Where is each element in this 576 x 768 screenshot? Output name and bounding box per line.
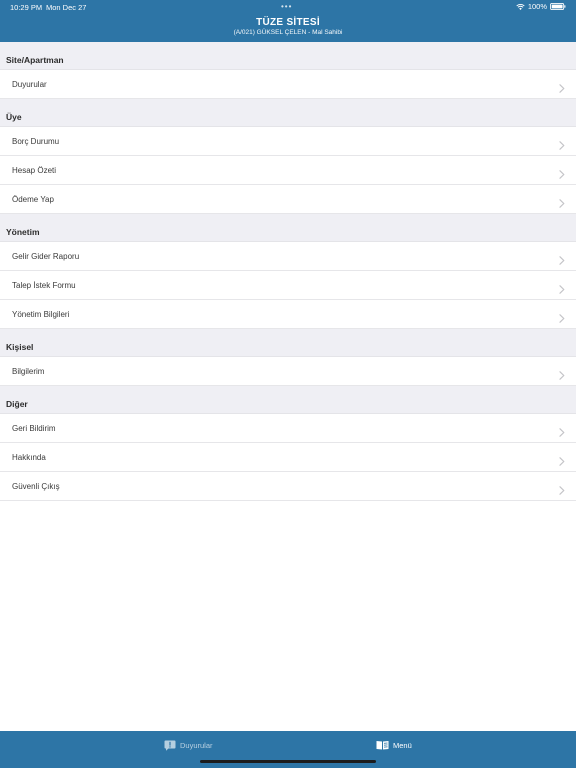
section-header: Kişisel bbox=[0, 329, 576, 357]
menu-item[interactable]: Güvenli Çıkış bbox=[0, 472, 576, 501]
status-bar: 10:29 PM Mon Dec 27 ••• 100% bbox=[0, 0, 576, 14]
chevron-right-icon bbox=[559, 367, 565, 380]
menu-item-label: Gelir Gider Raporu bbox=[12, 252, 80, 261]
chevron-right-icon bbox=[559, 281, 565, 294]
menu-item-label: Talep İstek Formu bbox=[12, 281, 76, 290]
menu-item[interactable]: Geri Bildirim bbox=[0, 414, 576, 443]
wifi-icon bbox=[516, 3, 525, 10]
menu-item[interactable]: Gelir Gider Raporu bbox=[0, 242, 576, 271]
menu-item-label: Duyurular bbox=[12, 80, 47, 89]
tab-duyurular[interactable]: Duyurular bbox=[164, 740, 213, 751]
chevron-right-icon bbox=[559, 195, 565, 208]
menu-item[interactable]: Yönetim Bilgileri bbox=[0, 300, 576, 329]
home-indicator[interactable] bbox=[200, 760, 376, 763]
menu-item-label: Hakkında bbox=[12, 453, 46, 462]
page-title: TÜZE SİTESİ bbox=[256, 17, 320, 28]
menu-item[interactable]: Hesap Özeti bbox=[0, 156, 576, 185]
battery-icon bbox=[550, 3, 566, 10]
chevron-right-icon bbox=[559, 252, 565, 265]
chevron-right-icon bbox=[559, 310, 565, 323]
page-subtitle: (A/021) GÜKSEL ÇELEN - Mal Sahibi bbox=[233, 29, 343, 36]
chevron-right-icon bbox=[559, 453, 565, 466]
status-date: Mon Dec 27 bbox=[46, 3, 87, 12]
menu-item-label: Hesap Özeti bbox=[12, 166, 57, 175]
multitasking-dots-icon[interactable]: ••• bbox=[281, 2, 292, 11]
app-screen: 10:29 PM Mon Dec 27 ••• 100% TÜZE SİTESİ… bbox=[0, 0, 576, 768]
section-title: Yönetim bbox=[6, 227, 40, 237]
announcement-icon bbox=[164, 740, 176, 751]
menu-item-label: Borç Durumu bbox=[12, 137, 60, 146]
battery-percent: 100% bbox=[527, 2, 547, 11]
status-right: 100% bbox=[516, 2, 566, 11]
section-header: Diğer bbox=[0, 386, 576, 414]
book-icon bbox=[376, 741, 389, 750]
section-title: Diğer bbox=[6, 399, 28, 409]
section-title: Kişisel bbox=[6, 342, 34, 352]
menu-item-label: Geri Bildirim bbox=[12, 424, 56, 433]
tab-menu[interactable]: Menü bbox=[376, 740, 412, 750]
section-header: Site/Apartman bbox=[0, 42, 576, 70]
chevron-right-icon bbox=[559, 166, 565, 179]
menu-item[interactable]: Ödeme Yap bbox=[0, 185, 576, 214]
menu-item-label: Yönetim Bilgileri bbox=[12, 310, 70, 319]
menu-item[interactable]: Talep İstek Formu bbox=[0, 271, 576, 300]
section-title: Üye bbox=[6, 112, 22, 122]
menu-item-label: Güvenli Çıkış bbox=[12, 482, 60, 491]
menu-item[interactable]: Bilgilerim bbox=[0, 357, 576, 386]
menu-list: Site/Apartman Duyurular Üye Borç Durumu Hesa… bbox=[0, 42, 576, 501]
section-header: Üye bbox=[0, 99, 576, 127]
menu-item-label: Ödeme Yap bbox=[12, 195, 54, 204]
chevron-right-icon bbox=[559, 80, 565, 93]
chevron-right-icon bbox=[559, 482, 565, 495]
tab-menu-label: Menü bbox=[393, 740, 412, 750]
menu-item[interactable]: Borç Durumu bbox=[0, 127, 576, 156]
section-header: Yönetim bbox=[0, 214, 576, 242]
chevron-right-icon bbox=[559, 424, 565, 437]
chevron-right-icon bbox=[559, 137, 565, 150]
tab-duyurular-label: Duyurular bbox=[180, 741, 213, 750]
status-time: 10:29 PM bbox=[10, 3, 43, 12]
navigation-header: 10:29 PM Mon Dec 27 ••• 100% TÜZE SİTESİ… bbox=[0, 0, 576, 42]
menu-item[interactable]: Hakkında bbox=[0, 443, 576, 472]
menu-item[interactable]: Duyurular bbox=[0, 70, 576, 99]
section-title: Site/Apartman bbox=[6, 55, 64, 65]
menu-item-label: Bilgilerim bbox=[12, 367, 45, 376]
tab-bar: Duyurular Menü bbox=[0, 731, 576, 768]
